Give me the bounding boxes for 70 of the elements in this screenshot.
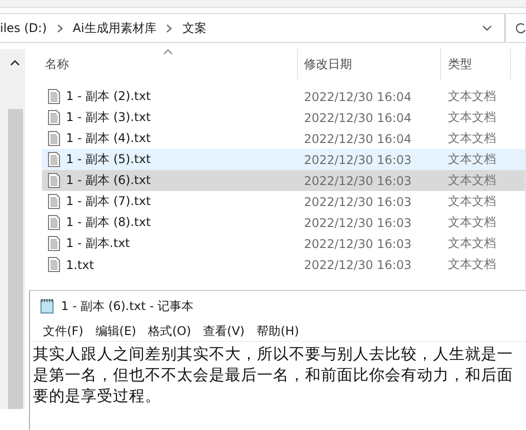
caret-up-icon[interactable] [10,59,20,66]
chevron-right-icon [56,24,63,32]
file-row[interactable]: 1 - 副本 (7).txt 2022/12/30 16:03 文本文档 [42,191,525,212]
menu-item[interactable]: 帮助(H) [250,322,305,340]
text-line: 其实人跟人之间差别其实不大，所以不要与别人去比较，人生就是一 [33,344,514,365]
text-file-icon [48,194,60,209]
scrollbar-thumb[interactable] [8,109,23,409]
text-file-icon [48,236,60,251]
menu-item[interactable]: 文件(F) [37,322,90,340]
column-header[interactable]: 修改日期 [304,56,352,72]
file-name: 1 - 副本 (8).txt [66,214,151,231]
file-type: 文本文档 [448,257,496,271]
chevron-right-icon [166,24,172,32]
file-name: 1 - 副本 (2).txt [66,88,151,105]
file-row[interactable]: 1.txt 2022/12/30 16:03 文本文档 [42,254,525,275]
modified-date: 2022/12/30 16:03 [304,236,412,250]
sort-caret-icon [162,49,173,55]
modified-date: 2022/12/30 16:03 [304,216,412,230]
text-file-icon [48,152,60,167]
address-bar[interactable]: iles (D:) Ai生成用素材库 文案 [0,13,505,43]
breadcrumb-item[interactable]: 文案 [182,20,206,36]
file-row[interactable]: 1 - 副本 (6).txt 2022/12/30 16:03 文本文档 [42,170,525,191]
text-line: 要的是享受过程。 [33,386,162,407]
modified-date: 2022/12/30 16:04 [304,110,412,124]
file-row[interactable]: 1 - 副本 (5).txt 2022/12/30 16:03 文本文档 [42,149,525,170]
modified-date: 2022/12/30 16:03 [304,152,412,166]
refresh-icon[interactable] [516,22,526,34]
menu-item[interactable]: 查看(V) [197,322,251,340]
file-name: 1 - 副本 (4).txt [66,130,151,147]
text-file-icon [48,110,60,125]
file-row[interactable]: 1 - 副本 (8).txt 2022/12/30 16:03 文本文档 [42,212,525,233]
text-file-icon [48,173,60,188]
file-name: 1 - 副本 (5).txt [66,151,151,168]
file-row[interactable]: 1 - 副本.txt 2022/12/30 16:03 文本文档 [42,233,525,254]
file-type: 文本文档 [448,194,496,208]
file-type: 文本文档 [448,110,496,124]
menu-item[interactable]: 格式(O) [142,322,198,340]
file-name: 1 - 副本 (6).txt [66,172,151,189]
file-type: 文本文档 [448,152,496,166]
text-file-icon [48,89,60,104]
column-header[interactable]: 类型 [448,56,472,72]
file-row[interactable]: 1 - 副本 (4).txt 2022/12/30 16:04 文本文档 [42,128,525,149]
file-name: 1 - 副本.txt [66,235,130,252]
file-type: 文本文档 [448,131,496,145]
modified-date: 2022/12/30 16:03 [304,174,412,188]
chevron-down-icon[interactable] [482,25,492,31]
file-type: 文本文档 [448,236,496,250]
text-editor[interactable]: 其实人跟人之间差别其实不大，所以不要与别人去比较，人生就是一 是第一名，但也不不太会是最后一名，和前面比你会有动力，和后面 要的是享受过程。 [30,342,526,414]
breadcrumb-item[interactable]: iles (D:) [0,21,47,35]
breadcrumb-item[interactable]: Ai生成用素材库 [72,20,156,36]
file-type: 文本文档 [448,89,496,103]
file-name: 1 - 副本 (7).txt [66,193,151,210]
file-name: 1.txt [66,258,94,272]
text-file-icon [48,215,60,230]
text-file-icon [48,257,60,272]
text-line: 是第一名，但也不不太会是最后一名，和前面比你会有动力，和后面 [33,365,514,386]
modified-date: 2022/12/30 16:04 [304,90,412,104]
column-header[interactable]: 名称 [44,56,69,72]
text-file-icon [48,131,60,146]
file-row[interactable]: 1 - 副本 (3).txt 2022/12/30 16:04 文本文档 [42,107,525,128]
file-type: 文本文档 [448,215,496,229]
notepad-icon [39,298,55,314]
window-title: 1 - 副本 (6).txt - 记事本 [61,298,194,314]
file-type: 文本文档 [448,173,496,187]
modified-date: 2022/12/30 16:04 [304,132,412,146]
modified-date: 2022/12/30 16:03 [304,194,412,208]
file-row[interactable]: 1 - 副本 (2).txt 2022/12/30 16:04 文本文档 [42,86,525,107]
file-name: 1 - 副本 (3).txt [66,109,151,126]
menu-item[interactable]: 编辑(E) [89,322,142,340]
modified-date: 2022/12/30 16:03 [304,258,412,272]
